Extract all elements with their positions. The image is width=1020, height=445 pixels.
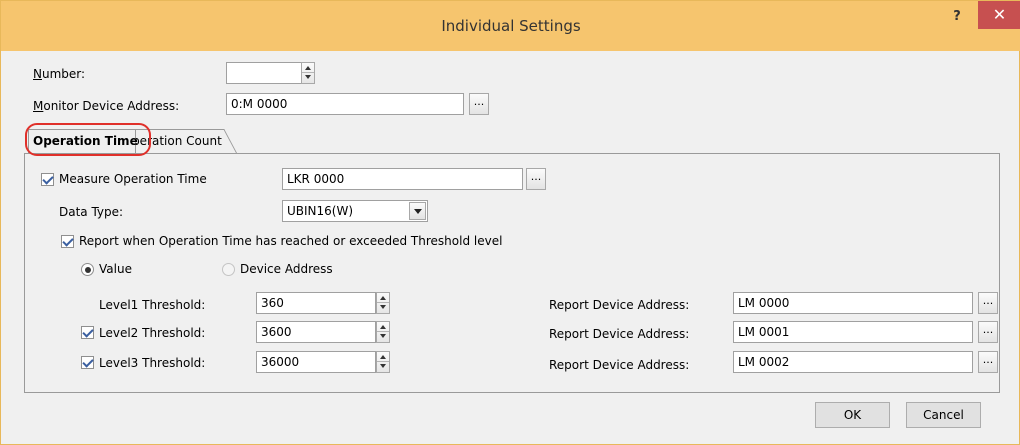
level1-threshold-input[interactable]: 360 <box>256 292 376 314</box>
level1-report-browse-button[interactable]: ... <box>978 292 998 314</box>
spin-divider <box>302 72 314 73</box>
level3-checkbox[interactable] <box>81 356 94 369</box>
level2-report-browse-button[interactable]: ... <box>978 321 998 343</box>
measure-operation-time-checkbox[interactable] <box>41 173 54 186</box>
spin-up-icon[interactable] <box>380 355 386 359</box>
level2-checkbox[interactable] <box>81 326 94 339</box>
number-spinner[interactable] <box>301 62 315 84</box>
spin-divider <box>377 302 389 303</box>
level3-report-address-label: Report Device Address: <box>549 358 690 372</box>
spin-divider <box>377 331 389 332</box>
report-threshold-label: Report when Operation Time has reached o… <box>79 234 503 248</box>
spin-down-icon[interactable] <box>380 305 386 309</box>
dialog-title: Individual Settings <box>441 17 581 35</box>
tab-operation-time[interactable]: Operation Time <box>28 129 138 153</box>
help-button[interactable]: ? <box>942 7 972 27</box>
spin-up-icon[interactable] <box>305 66 311 70</box>
measure-operation-time-label: Measure Operation Time <box>59 172 207 186</box>
spin-down-icon[interactable] <box>380 364 386 368</box>
tab-operation-time-label: Operation Time <box>33 134 138 148</box>
level1-report-address-label: Report Device Address: <box>549 298 690 312</box>
measure-device-input[interactable]: LKR 0000 <box>282 168 523 190</box>
measure-device-browse-button[interactable]: ... <box>526 168 546 190</box>
level2-threshold-spinner[interactable] <box>376 321 390 343</box>
title-bar: Individual Settings ? ✕ <box>1 1 1020 51</box>
chevron-down-icon[interactable] <box>409 202 426 220</box>
number-label: Number: <box>33 67 86 81</box>
monitor-address-label-text: onitor Device Address: <box>43 99 180 113</box>
report-threshold-checkbox[interactable] <box>61 235 74 248</box>
level1-report-address-input[interactable]: LM 0000 <box>733 292 973 314</box>
ok-button[interactable]: OK <box>815 402 890 428</box>
level3-threshold-label: Level3 Threshold: <box>99 356 206 370</box>
spin-up-icon[interactable] <box>380 296 386 300</box>
level3-threshold-spinner[interactable] <box>376 351 390 373</box>
level1-threshold-spinner[interactable] <box>376 292 390 314</box>
number-label-text: umber: <box>41 67 86 81</box>
level3-report-browse-button[interactable]: ... <box>978 351 998 373</box>
spin-down-icon[interactable] <box>380 334 386 338</box>
radio-device-address[interactable] <box>222 263 235 276</box>
level2-report-address-input[interactable]: LM 0001 <box>733 321 973 343</box>
monitor-address-input[interactable]: 0:M 0000 <box>226 93 464 115</box>
level3-report-address-input[interactable]: LM 0002 <box>733 351 973 373</box>
level2-report-address-label: Report Device Address: <box>549 327 690 341</box>
dialog-window: Individual Settings ? ✕ Number: 1 Monito… <box>0 0 1020 445</box>
close-button[interactable]: ✕ <box>978 1 1020 29</box>
level1-threshold-label: Level1 Threshold: <box>99 298 206 312</box>
level2-threshold-input[interactable]: 3600 <box>256 321 376 343</box>
level3-threshold-input[interactable]: 36000 <box>256 351 376 373</box>
monitor-address-label: Monitor Device Address: <box>33 99 180 113</box>
monitor-address-browse-button[interactable]: ... <box>469 93 489 115</box>
data-type-select[interactable]: UBIN16(W) <box>282 200 428 222</box>
data-type-value: UBIN16(W) <box>287 204 354 218</box>
radio-value[interactable] <box>81 263 94 276</box>
spin-down-icon[interactable] <box>305 75 311 79</box>
radio-value-label: Value <box>99 262 132 276</box>
cancel-button[interactable]: Cancel <box>906 402 981 428</box>
data-type-label: Data Type: <box>59 205 124 219</box>
level2-threshold-label: Level2 Threshold: <box>99 326 206 340</box>
spin-divider <box>377 361 389 362</box>
spin-up-icon[interactable] <box>380 325 386 329</box>
radio-device-address-label: Device Address <box>240 262 333 276</box>
